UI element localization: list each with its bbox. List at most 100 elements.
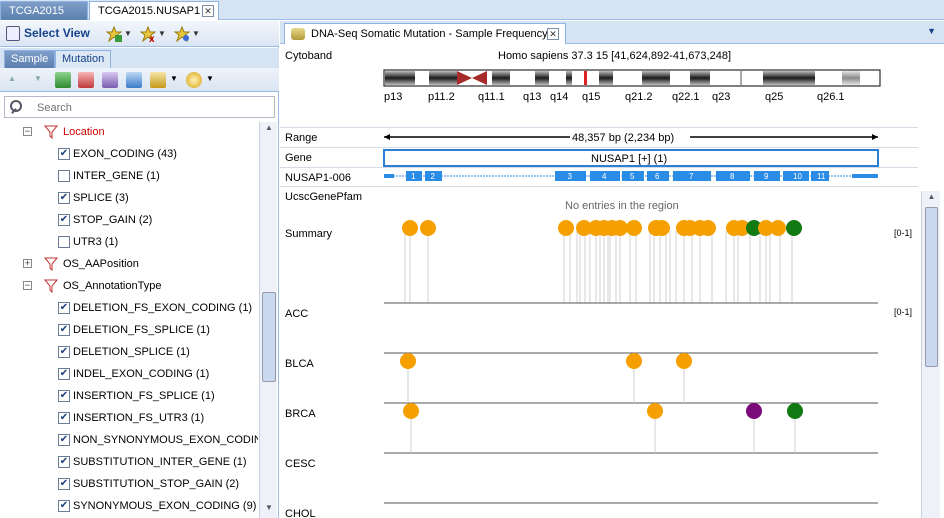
tree-item[interactable]: ✔ DELETION_FS_EXON_CODING (1) bbox=[0, 298, 258, 320]
summary-marker[interactable] bbox=[700, 220, 716, 236]
view-tab-bar: DNA-Seq Somatic Mutation - Sample Freque… bbox=[280, 21, 944, 44]
checkbox[interactable]: ✔ bbox=[58, 390, 70, 402]
tab-sample[interactable]: Sample bbox=[4, 50, 56, 68]
sample-marker[interactable] bbox=[400, 353, 416, 369]
right-scrollbar[interactable]: ▲ ▼ bbox=[921, 191, 940, 518]
scroll-up-icon[interactable]: ▲ bbox=[925, 192, 938, 205]
select-view-button[interactable]: Select View bbox=[6, 26, 90, 41]
checkbox[interactable]: ✔ bbox=[58, 456, 70, 468]
summary-marker[interactable] bbox=[420, 220, 436, 236]
filter-icon bbox=[44, 125, 58, 139]
checkbox[interactable]: ✔ bbox=[58, 346, 70, 358]
summary-marker[interactable] bbox=[654, 220, 670, 236]
tree-item[interactable]: ✔ SPLICE (3) bbox=[0, 188, 258, 210]
tab-mutation[interactable]: Mutation bbox=[55, 50, 112, 68]
chromosome-ideogram[interactable] bbox=[383, 69, 881, 87]
tree-item[interactable]: ✔ SYNONYMOUS_EXON_CODING (9) bbox=[0, 496, 258, 518]
summary-marker[interactable] bbox=[786, 220, 802, 236]
tree-item[interactable]: ✔NON_SYNONYMOUS_EXON_CODING (1 bbox=[0, 430, 258, 452]
left-scrollbar[interactable]: ▲ ▼ bbox=[259, 122, 277, 518]
summary-marker[interactable] bbox=[770, 220, 786, 236]
scroll-thumb[interactable] bbox=[925, 207, 938, 367]
sample-marker[interactable] bbox=[647, 403, 663, 419]
tree-item[interactable]: ✔ DELETION_FS_SPLICE (1) bbox=[0, 320, 258, 342]
tree-item[interactable]: ✔ EXON_CODING (43) bbox=[0, 144, 258, 166]
close-icon[interactable]: ✕ bbox=[547, 28, 559, 40]
summary-marker[interactable] bbox=[558, 220, 574, 236]
settings-icon[interactable] bbox=[186, 72, 202, 88]
tree-item[interactable]: ✔ SUBSTITUTION_STOP_GAIN (2) bbox=[0, 474, 258, 496]
tree-item[interactable]: INTER_GENE (1) bbox=[0, 166, 258, 188]
scroll-up-icon[interactable]: ▲ bbox=[262, 123, 276, 137]
sample-marker[interactable] bbox=[787, 403, 803, 419]
tree-item[interactable]: ✔ INSERTION_FS_UTR3 (1) bbox=[0, 408, 258, 430]
summary-lollipops bbox=[384, 220, 878, 304]
chevron-down-icon[interactable]: ▼ bbox=[206, 74, 214, 83]
tab-menu-icon[interactable]: ▼ bbox=[927, 26, 936, 36]
tree-item[interactable]: ✔ INSERTION_FS_SPLICE (1) bbox=[0, 386, 258, 408]
band-label: q11.1 bbox=[478, 91, 505, 103]
left-tab-bar: Sample Mutation bbox=[0, 48, 279, 68]
collapse-icon[interactable]: − bbox=[23, 281, 32, 290]
tree-item[interactable]: ✔ SUBSTITUTION_INTER_GENE (1) bbox=[0, 452, 258, 474]
tree-group[interactable]: + OS_AAPosition bbox=[0, 254, 258, 276]
favorite-view-icon[interactable] bbox=[174, 26, 190, 42]
tree-group[interactable]: − OS_AnnotationType bbox=[0, 276, 258, 298]
checkbox[interactable]: ✔ bbox=[58, 324, 70, 336]
edit-icon[interactable] bbox=[150, 72, 166, 88]
search-box[interactable] bbox=[4, 96, 275, 118]
gene-box[interactable]: NUSAP1 [+] (1) bbox=[383, 149, 879, 167]
tree-item[interactable]: ✔ INDEL_EXON_CODING (1) bbox=[0, 364, 258, 386]
checkbox[interactable]: ✔ bbox=[58, 500, 70, 512]
chevron-down-icon[interactable]: ▼ bbox=[192, 29, 200, 38]
scroll-down-icon[interactable]: ▼ bbox=[262, 503, 276, 517]
summary-scale: [0-1] bbox=[894, 228, 912, 238]
region-marker bbox=[584, 71, 587, 85]
remove-view-icon[interactable]: x bbox=[140, 26, 156, 42]
checkbox[interactable]: ✔ bbox=[58, 434, 70, 446]
checkbox[interactable]: ✔ bbox=[58, 412, 70, 424]
chevron-down-icon[interactable]: ▼ bbox=[158, 29, 166, 38]
expand-icon[interactable]: + bbox=[23, 259, 32, 268]
checkbox[interactable]: ✔ bbox=[58, 478, 70, 490]
sample-marker[interactable] bbox=[746, 403, 762, 419]
view-icon bbox=[6, 26, 20, 41]
tree-item[interactable]: UTR3 (1) bbox=[0, 232, 258, 254]
sample-marker[interactable] bbox=[626, 353, 642, 369]
range-ruler: 48,357 bp (2,234 bp) bbox=[384, 130, 878, 144]
checkbox[interactable]: ✔ bbox=[58, 368, 70, 380]
copy-icon[interactable] bbox=[126, 72, 142, 88]
checkbox[interactable]: ✔ bbox=[58, 192, 70, 204]
arrow-up-icon[interactable]: ▲ bbox=[8, 74, 16, 83]
chevron-down-icon[interactable]: ▼ bbox=[170, 74, 178, 83]
doc-tab-tcga2015-nusap1[interactable]: TCGA2015.NUSAP1 ✕ bbox=[89, 1, 219, 20]
sample-marker[interactable] bbox=[403, 403, 419, 419]
summary-marker[interactable] bbox=[626, 220, 642, 236]
tree-group[interactable]: − Location bbox=[0, 122, 258, 144]
tree-item[interactable]: ✔ DELETION_SPLICE (1) bbox=[0, 342, 258, 364]
checkbox[interactable] bbox=[58, 236, 70, 248]
list-icon[interactable] bbox=[102, 72, 118, 88]
search-input[interactable] bbox=[37, 100, 267, 115]
tree-item-label: UTR3 (1) bbox=[73, 236, 119, 248]
close-icon[interactable]: ✕ bbox=[202, 5, 214, 17]
tree-item[interactable]: ✔ STOP_GAIN (2) bbox=[0, 210, 258, 232]
scroll-thumb[interactable] bbox=[262, 292, 276, 382]
tab-sample-frequency[interactable]: DNA-Seq Somatic Mutation - Sample Freque… bbox=[284, 23, 566, 44]
checkbox[interactable]: ✔ bbox=[58, 214, 70, 226]
checkbox[interactable]: ✔ bbox=[58, 148, 70, 160]
tree-item-label: EXON_CODING (43) bbox=[73, 148, 177, 160]
sample-marker[interactable] bbox=[676, 353, 692, 369]
refresh-icon[interactable] bbox=[55, 72, 71, 88]
transcript-track[interactable]: 1 2 3 4 5 6 7 8 9 10 11 bbox=[384, 171, 878, 181]
checkbox[interactable] bbox=[58, 170, 70, 182]
summary-marker[interactable] bbox=[402, 220, 418, 236]
add-view-icon[interactable] bbox=[106, 26, 122, 42]
collapse-icon[interactable]: − bbox=[23, 127, 32, 136]
delete-filter-icon[interactable] bbox=[78, 72, 94, 88]
checkbox[interactable]: ✔ bbox=[58, 302, 70, 314]
summary-marker[interactable] bbox=[612, 220, 628, 236]
doc-tab-tcga2015[interactable]: TCGA2015 bbox=[0, 1, 88, 20]
arrow-down-icon[interactable]: ▼ bbox=[34, 74, 42, 83]
chevron-down-icon[interactable]: ▼ bbox=[124, 29, 132, 38]
